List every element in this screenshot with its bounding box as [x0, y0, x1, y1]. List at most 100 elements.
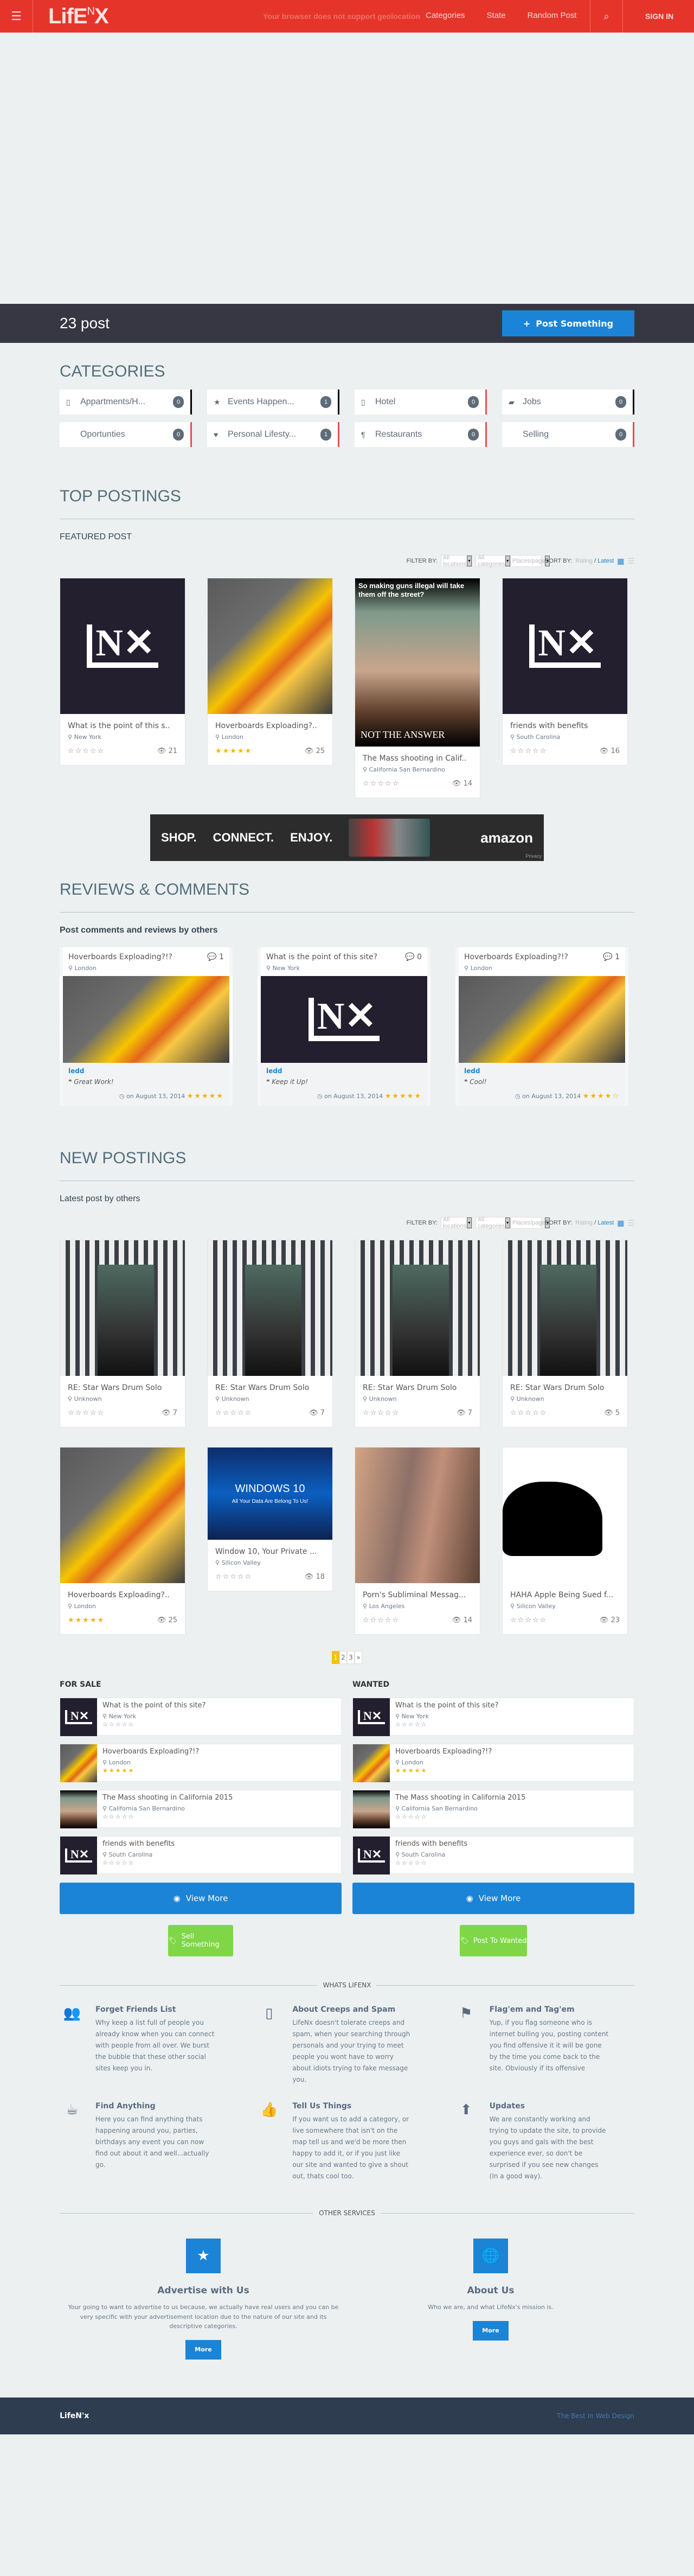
list-item[interactable]: N✕ What is the point of this site? ⚲ New…: [352, 1698, 634, 1736]
category-item[interactable]: Oportunties 0: [60, 422, 192, 447]
rating-stars[interactable]: ☆☆☆☆☆: [215, 1409, 252, 1417]
hamburger-icon[interactable]: ☰: [0, 0, 33, 33]
review-card[interactable]: What is the point of this site? 💬 0 ⚲ New…: [258, 947, 430, 1106]
post-card[interactable]: N✕ friends with benefits ⚲ South Carolin…: [502, 578, 628, 766]
rating-stars[interactable]: ★★★★★: [68, 1616, 105, 1624]
sort-latest[interactable]: Latest: [597, 1220, 614, 1226]
list-thumbnail[interactable]: [60, 1744, 97, 1782]
list-thumbnail[interactable]: N✕: [353, 1698, 390, 1736]
post-card[interactable]: HAHA Apple Being Sued f... ⚲ Silicon Val…: [502, 1447, 628, 1635]
post-image[interactable]: [208, 578, 332, 714]
nav-random-post[interactable]: Random Post: [528, 11, 577, 20]
rating-stars[interactable]: ☆☆☆☆☆: [510, 1616, 547, 1624]
search-icon[interactable]: ⌕: [590, 0, 623, 33]
category-select[interactable]: All categories ▼: [475, 1216, 510, 1229]
page-link[interactable]: 1: [332, 1651, 339, 1664]
location-select[interactable]: All locations ▼: [440, 554, 472, 568]
category-item[interactable]: ★ Events Happen... 1: [207, 390, 339, 415]
post-image[interactable]: WINDOWS 10 All Your Data Are Belong To Us…: [208, 1448, 332, 1540]
post-card[interactable]: RE: Star Wars Drum Solo ⚲ Unknown ☆☆☆☆☆ 👁…: [207, 1240, 333, 1427]
post-title[interactable]: RE: Star Wars Drum Solo: [363, 1383, 472, 1392]
post-image[interactable]: [60, 1448, 185, 1583]
post-image[interactable]: [60, 1240, 185, 1376]
page-link[interactable]: 3: [347, 1651, 355, 1664]
sort-rating[interactable]: Rating: [575, 558, 593, 564]
post-title[interactable]: The Mass shooting in Calif..: [363, 754, 472, 763]
post-title[interactable]: Hoverboards Exploading?..: [68, 1591, 177, 1599]
per-page-select[interactable]: Places/page ▼: [510, 555, 550, 567]
review-card[interactable]: Hoverboards Exploading?!? 💬 1 ⚲ London le…: [60, 947, 233, 1106]
list-item[interactable]: N✕ What is the point of this site? ⚲ New…: [60, 1698, 342, 1736]
post-image[interactable]: [355, 1240, 480, 1376]
sale-view-more-button[interactable]: ◉ View More: [60, 1883, 342, 1914]
post-card[interactable]: WINDOWS 10 All Your Data Are Belong To Us…: [207, 1447, 333, 1591]
list-item[interactable]: The Mass shooting in California 2015 ⚲ C…: [352, 1790, 634, 1828]
list-item[interactable]: N✕ friends with benefits ⚲ South Carolin…: [352, 1836, 634, 1874]
post-something-button[interactable]: + Post Something: [502, 310, 634, 336]
post-title[interactable]: RE: Star Wars Drum Solo: [215, 1383, 325, 1392]
review-image[interactable]: [60, 976, 233, 1063]
review-post-title[interactable]: Hoverboards Exploading?!?: [68, 953, 172, 961]
list-title[interactable]: Hoverboards Exploading?!?: [102, 1748, 199, 1756]
list-view-icon[interactable]: ☰: [627, 557, 634, 566]
post-card[interactable]: Porn's Subliminal Messag... ⚲ Los Angele…: [355, 1447, 480, 1635]
list-thumbnail[interactable]: N✕: [60, 1698, 97, 1736]
category-item[interactable]: ▯ Appartments/H... 0: [60, 390, 192, 415]
post-image[interactable]: [503, 1448, 627, 1583]
rating-stars[interactable]: ☆☆☆☆☆: [215, 1573, 252, 1581]
page-link[interactable]: 2: [339, 1651, 347, 1664]
post-title[interactable]: RE: Star Wars Drum Solo: [68, 1383, 177, 1392]
list-title[interactable]: Hoverboards Exploading?!?: [395, 1748, 492, 1756]
list-thumbnail[interactable]: [353, 1790, 390, 1828]
post-card[interactable]: Hoverboards Exploading?.. ⚲ London ★★★★★…: [207, 578, 333, 766]
post-image[interactable]: [355, 1448, 480, 1583]
list-title[interactable]: friends with benefits: [102, 1840, 175, 1848]
post-to-wanted-button[interactable]: 🏷 Post To Wanted: [460, 1925, 527, 1956]
rating-stars[interactable]: ☆☆☆☆☆: [68, 747, 105, 755]
review-user[interactable]: ledd: [68, 1067, 224, 1075]
rating-stars[interactable]: ☆☆☆☆☆: [363, 1409, 400, 1417]
sell-something-button[interactable]: 🏷 Sell Something: [168, 1925, 233, 1956]
list-thumbnail[interactable]: N✕: [60, 1837, 97, 1874]
post-card[interactable]: RE: Star Wars Drum Solo ⚲ Unknown ☆☆☆☆☆ 👁…: [502, 1240, 628, 1427]
post-image[interactable]: N✕: [60, 578, 185, 714]
post-card[interactable]: So making guns illegal will take them of…: [355, 578, 480, 798]
post-title[interactable]: Window 10, Your Private ...: [215, 1547, 325, 1556]
category-item[interactable]: Selling 0: [502, 422, 634, 447]
grid-view-icon[interactable]: ▦: [617, 1219, 624, 1228]
post-card[interactable]: N✕ What is the point of this s.. ⚲ New Y…: [60, 578, 185, 766]
post-title[interactable]: HAHA Apple Being Sued f...: [510, 1591, 620, 1599]
post-title[interactable]: Porn's Subliminal Messag...: [363, 1591, 472, 1599]
list-item[interactable]: Hoverboards Exploading?!? ⚲ London ★★★★★: [352, 1744, 634, 1782]
review-card[interactable]: Hoverboards Exploading?!? 💬 1 ⚲ London le…: [455, 947, 628, 1106]
review-user[interactable]: ledd: [464, 1067, 620, 1075]
wanted-view-more-button[interactable]: ◉ View More: [352, 1883, 634, 1914]
category-item[interactable]: ▯ Hotel 0: [355, 390, 487, 415]
grid-view-icon[interactable]: ▦: [617, 557, 624, 566]
post-card[interactable]: RE: Star Wars Drum Solo ⚲ Unknown ☆☆☆☆☆ 👁…: [60, 1240, 185, 1427]
list-thumbnail[interactable]: [60, 1790, 97, 1828]
post-card[interactable]: RE: Star Wars Drum Solo ⚲ Unknown ☆☆☆☆☆ 👁…: [355, 1240, 480, 1427]
post-card[interactable]: Hoverboards Exploading?.. ⚲ London ★★★★★…: [60, 1447, 185, 1635]
category-item[interactable]: ¶ Restaurants 0: [355, 422, 487, 447]
service-more-button[interactable]: More: [473, 2320, 509, 2341]
category-select[interactable]: All categories ▼: [475, 554, 510, 568]
category-item[interactable]: ▰ Jobs 0: [502, 390, 634, 415]
list-item[interactable]: The Mass shooting in California 2015 ⚲ C…: [60, 1790, 342, 1828]
site-logo[interactable]: LifE N X: [48, 4, 109, 29]
list-thumbnail[interactable]: [353, 1744, 390, 1782]
nav-categories[interactable]: Categories: [426, 11, 465, 20]
rating-stars[interactable]: ☆☆☆☆☆: [510, 1409, 547, 1417]
post-image[interactable]: [208, 1240, 332, 1376]
post-title[interactable]: RE: Star Wars Drum Solo: [510, 1383, 620, 1392]
sign-in-button[interactable]: SIGN IN: [645, 12, 673, 21]
sort-latest[interactable]: Latest: [597, 558, 614, 564]
post-image[interactable]: So making guns illegal will take them of…: [355, 578, 480, 747]
list-title[interactable]: What is the point of this site?: [395, 1701, 498, 1710]
rating-stars[interactable]: ★★★★★: [215, 747, 252, 755]
nav-state[interactable]: State: [487, 11, 506, 20]
location-select[interactable]: All locations ▼: [440, 1216, 472, 1229]
rating-stars[interactable]: ☆☆☆☆☆: [510, 747, 547, 755]
list-item[interactable]: N✕ friends with benefits ⚲ South Carolin…: [60, 1836, 342, 1874]
post-image[interactable]: [503, 1240, 627, 1376]
